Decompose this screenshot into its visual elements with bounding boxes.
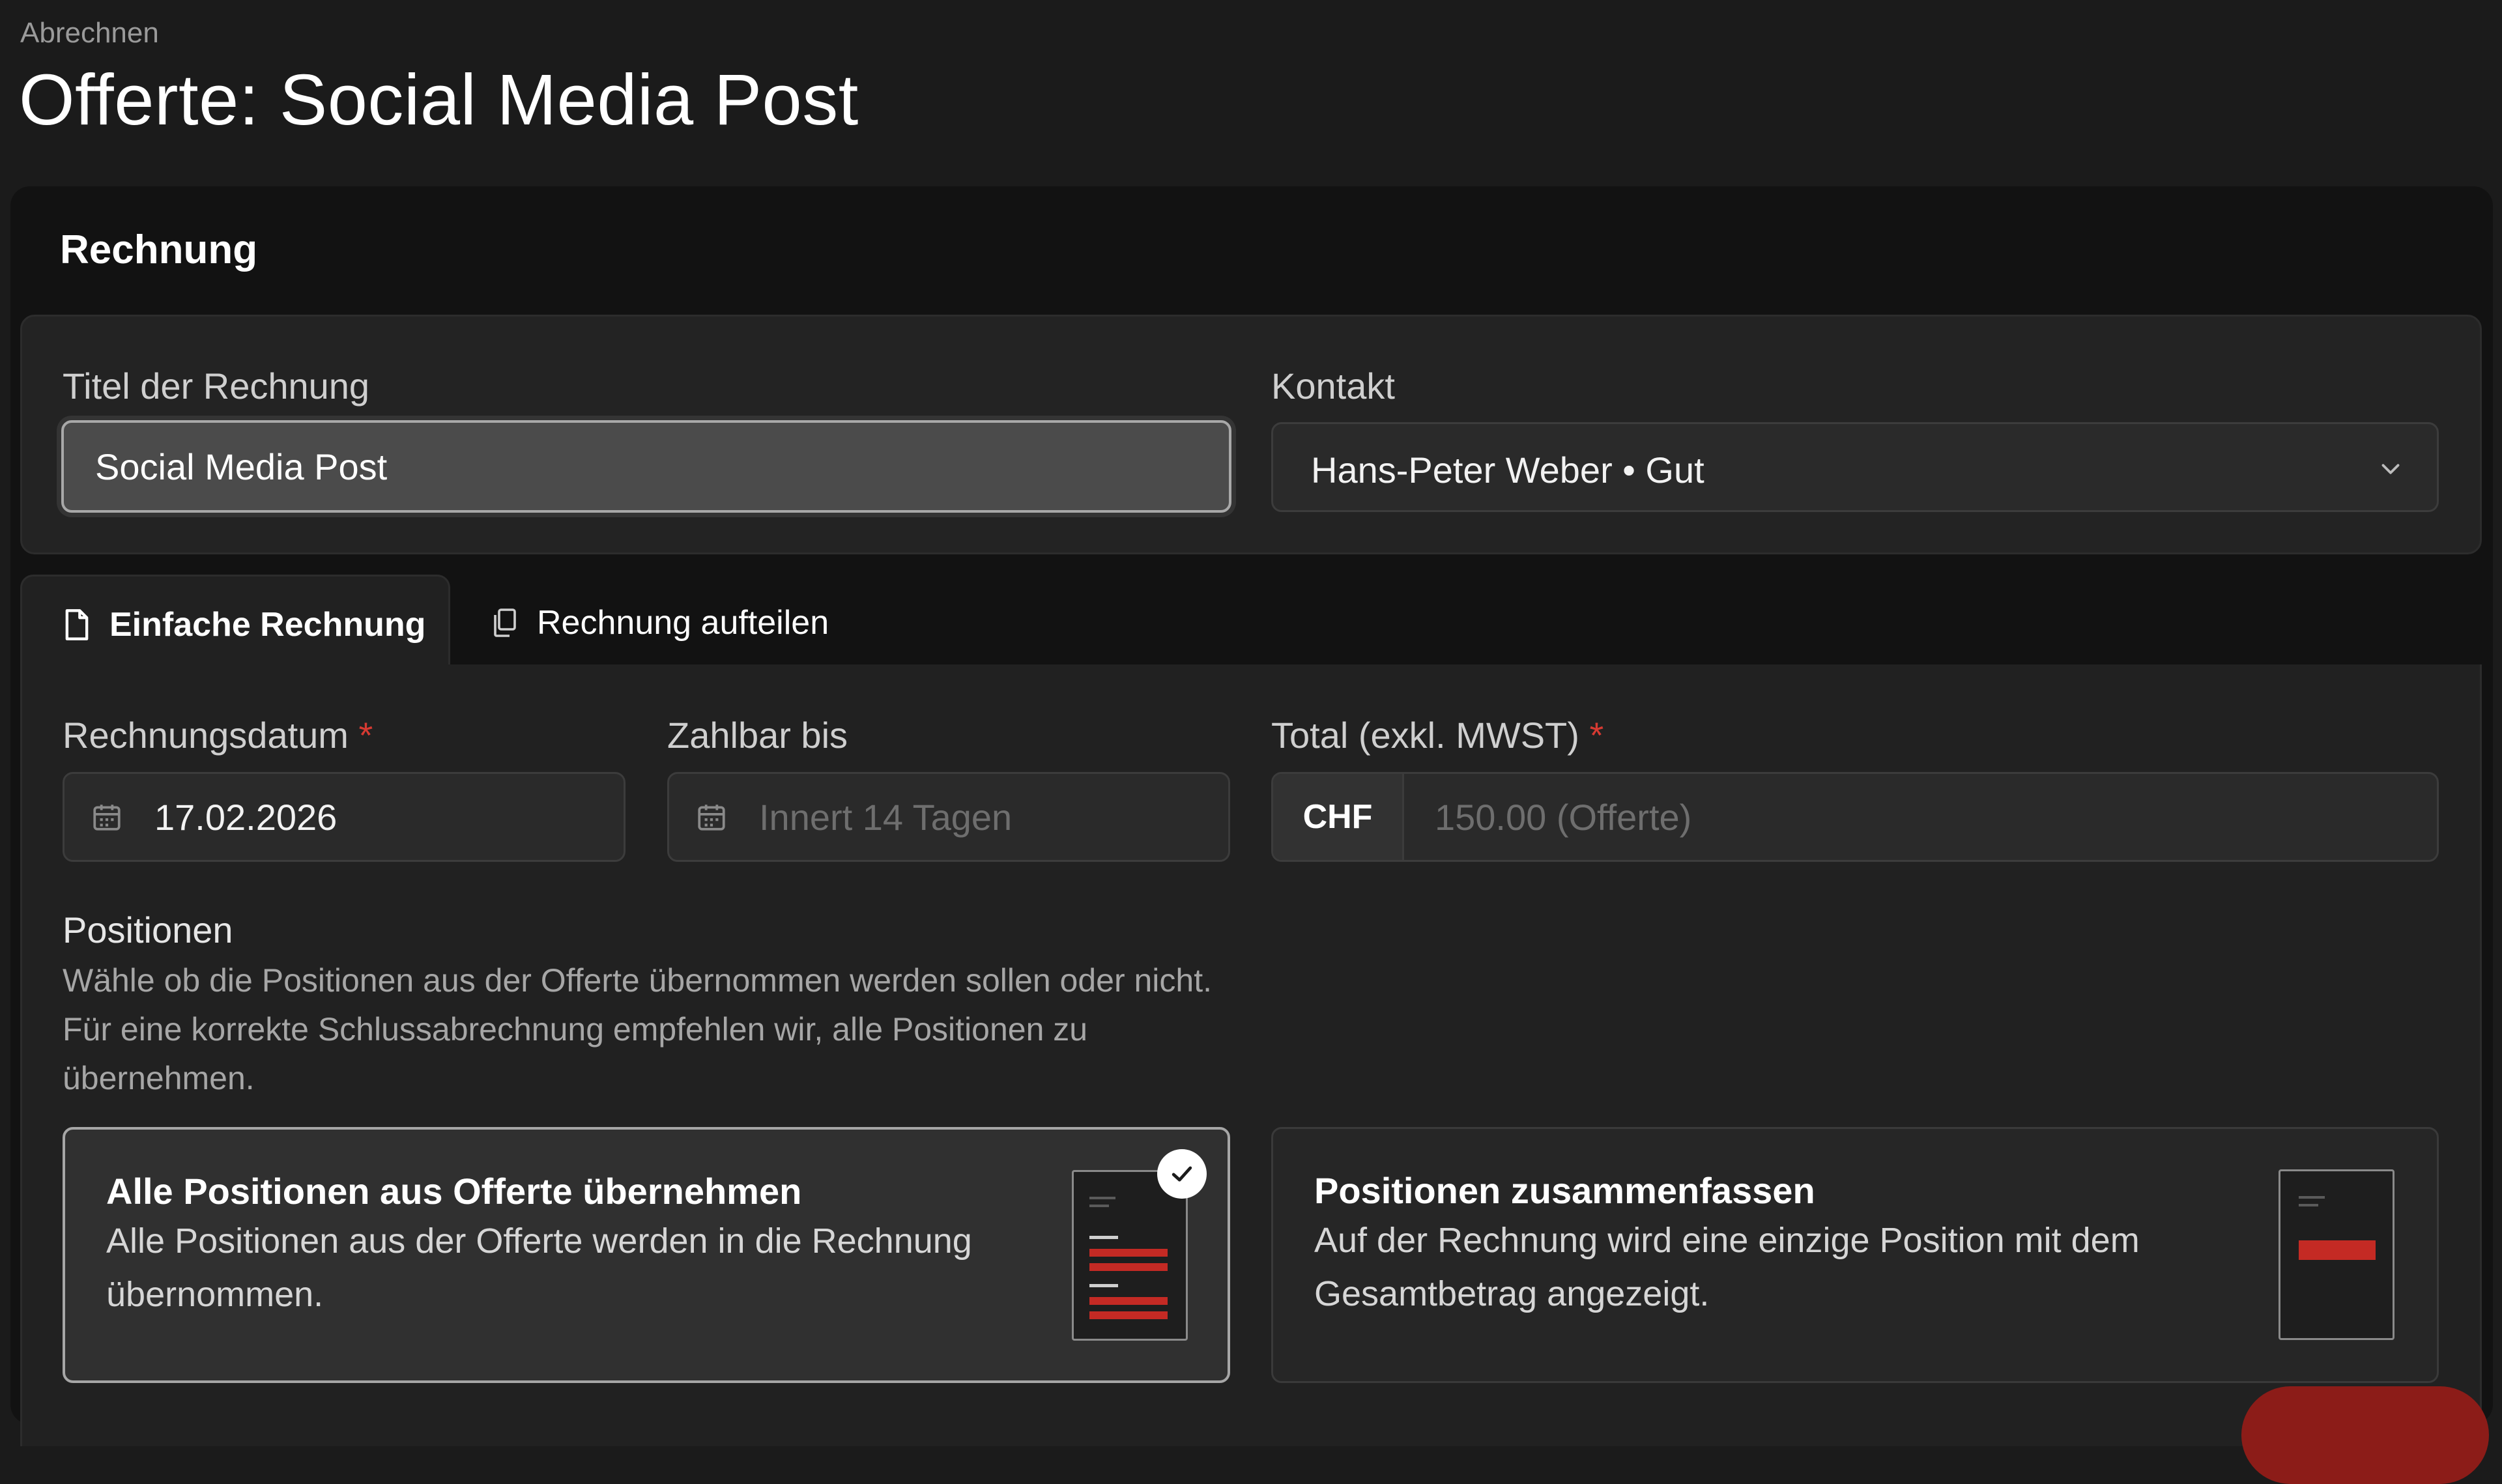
calendar-icon bbox=[93, 805, 121, 831]
primary-action-button[interactable] bbox=[2241, 1386, 2489, 1484]
card-title: Rechnung bbox=[60, 227, 258, 272]
contact-select[interactable]: Hans-Peter Weber • Gut bbox=[1271, 422, 2439, 512]
contact-label: Kontakt bbox=[1271, 365, 1395, 407]
positions-description: Wähle ob die Positionen aus der Offerte … bbox=[63, 962, 1212, 1096]
positions-title: Positionen bbox=[63, 909, 233, 950]
document-icon bbox=[65, 609, 89, 640]
tab-einfache-rechnung[interactable]: Einfache Rechnung bbox=[20, 575, 450, 666]
date-label: Rechnungsdatum * bbox=[63, 715, 373, 756]
total-input-group: CHF bbox=[1271, 772, 2439, 862]
page-title: Offerte: Social Media Post bbox=[19, 60, 859, 140]
calendar-icon bbox=[698, 805, 725, 831]
total-input[interactable] bbox=[1402, 774, 2437, 860]
option-title: Alle Positionen aus Offerte übernehmen bbox=[106, 1171, 802, 1212]
option-summarize-positions[interactable]: Positionen zusammenfassen Auf der Rechnu… bbox=[1271, 1127, 2439, 1383]
date-value: 17.02.2026 bbox=[154, 796, 338, 838]
copy-icon bbox=[494, 608, 516, 637]
tab-rechnung-aufteilen[interactable]: Rechnung aufteilen bbox=[490, 603, 829, 642]
option-description: Alle Positionen aus der Offerte werden i… bbox=[106, 1221, 972, 1314]
required-asterisk: * bbox=[358, 715, 373, 756]
breadcrumb[interactable]: Abrechnen bbox=[20, 17, 159, 50]
tab-label: Rechnung aufteilen bbox=[537, 604, 829, 642]
title-input-wrapper bbox=[61, 420, 1231, 513]
required-asterisk: * bbox=[1589, 715, 1604, 756]
invoice-title-input[interactable] bbox=[64, 423, 1229, 510]
summary-invoice-preview-icon bbox=[2279, 1169, 2394, 1340]
total-label: Total (exkl. MWST) * bbox=[1271, 715, 1604, 756]
check-icon bbox=[1157, 1149, 1207, 1199]
option-title: Positionen zusammenfassen bbox=[1314, 1170, 1815, 1211]
contact-select-value: Hans-Peter Weber • Gut bbox=[1311, 449, 1704, 491]
due-placeholder: Innert 14 Tagen bbox=[759, 796, 1013, 838]
tab-label: Einfache Rechnung bbox=[109, 606, 426, 644]
currency-addon: CHF bbox=[1273, 774, 1404, 860]
title-label: Titel der Rechnung bbox=[63, 365, 370, 407]
invoice-date-input[interactable]: 17.02.2026 bbox=[63, 772, 626, 862]
due-label: Zahlbar bis bbox=[667, 715, 848, 756]
chevron-down-icon bbox=[2381, 464, 2400, 474]
option-all-positions[interactable]: Alle Positionen aus Offerte übernehmen A… bbox=[63, 1127, 1230, 1383]
due-date-input[interactable]: Innert 14 Tagen bbox=[667, 772, 1230, 862]
option-description: Auf der Rechnung wird eine einzige Posit… bbox=[1314, 1221, 2140, 1313]
